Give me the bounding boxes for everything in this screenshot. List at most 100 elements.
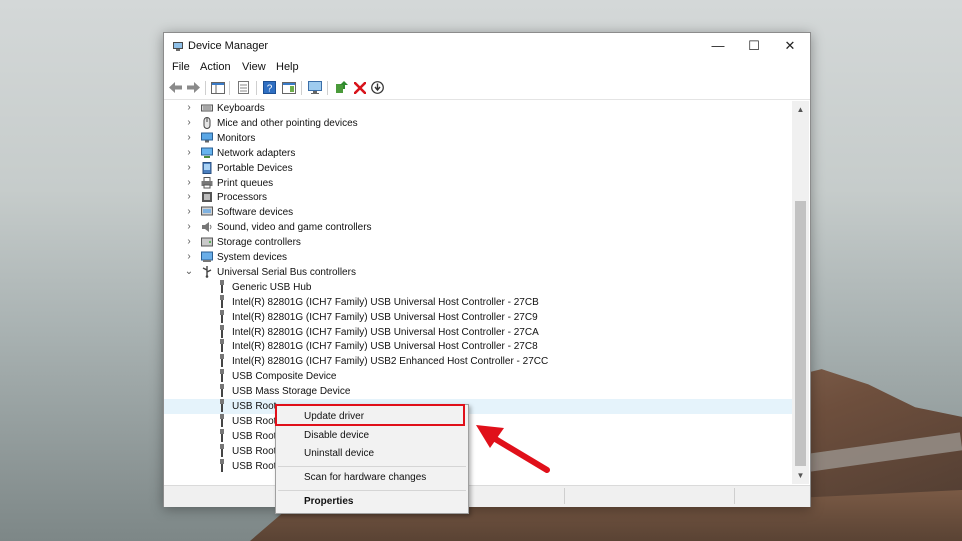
- toolbar-separator: [205, 81, 206, 95]
- monitor-icon[interactable]: [307, 80, 322, 95]
- software-device-icon: [201, 206, 213, 216]
- tree-category[interactable]: › Sound, video and game controllers: [164, 220, 792, 235]
- category-label: Sound, video and game controllers: [217, 222, 372, 234]
- maximize-button[interactable]: ☐: [736, 33, 772, 59]
- scroll-down-arrow-icon[interactable]: ▼: [792, 471, 809, 480]
- usb-icon: [202, 265, 212, 278]
- chevron-right-icon[interactable]: ›: [184, 221, 194, 232]
- menu-separator: [278, 490, 466, 491]
- uninstall-x-icon[interactable]: [352, 80, 367, 95]
- uninstall-device-menu-item[interactable]: Uninstall device: [276, 445, 468, 463]
- device-label: USB Root: [232, 415, 277, 427]
- usb-plug-icon: [220, 324, 224, 338]
- usb-plug-icon: [220, 443, 224, 457]
- tree-category[interactable]: › Portable Devices: [164, 161, 792, 176]
- device-label: USB Root: [232, 445, 277, 457]
- tree-category[interactable]: › Print queues: [164, 176, 792, 191]
- scrollbar-thumb[interactable]: [795, 201, 806, 466]
- status-bar: [164, 485, 810, 507]
- device-label: USB Mass Storage Device: [232, 386, 351, 398]
- usb-device-item[interactable]: Intel(R) 82801G (ICH7 Family) USB Univer…: [164, 309, 792, 325]
- device-label: Intel(R) 82801G (ICH7 Family) USB Univer…: [232, 311, 538, 323]
- usb-device-item[interactable]: Intel(R) 82801G (ICH7 Family) USB Univer…: [164, 324, 792, 340]
- tree-category[interactable]: › Processors: [164, 190, 792, 205]
- usb-device-item[interactable]: Generic USB Hub: [164, 279, 792, 295]
- disable-device-menu-item[interactable]: Disable device: [276, 427, 468, 445]
- device-label: Intel(R) 82801G (ICH7 Family) USB Univer…: [232, 296, 539, 308]
- forward-arrow-icon[interactable]: [186, 80, 201, 95]
- category-label: Network adapters: [217, 147, 296, 159]
- menu-bar: File Action View Help: [164, 59, 810, 77]
- usb-plug-icon: [220, 413, 224, 427]
- chevron-right-icon[interactable]: ›: [184, 132, 194, 143]
- menu-help[interactable]: Help: [276, 61, 299, 73]
- device-label: USB Root: [232, 430, 277, 442]
- scan-hardware-menu-item[interactable]: Scan for hardware changes: [276, 469, 468, 487]
- vertical-scrollbar[interactable]: ▲ ▼: [792, 101, 809, 484]
- usb-device-item[interactable]: USB Composite Device: [164, 369, 792, 384]
- chevron-right-icon[interactable]: ›: [184, 177, 194, 188]
- disable-device-label: Disable device: [304, 430, 370, 441]
- window-title: Device Manager: [188, 40, 269, 52]
- menu-action[interactable]: Action: [200, 61, 231, 73]
- tree-category[interactable]: › Network adapters: [164, 146, 792, 161]
- properties-icon[interactable]: [236, 80, 251, 95]
- chevron-right-icon[interactable]: ›: [184, 162, 194, 173]
- tree-category[interactable]: › Keyboards: [164, 101, 792, 116]
- device-label: Intel(R) 82801G (ICH7 Family) USB Univer…: [232, 341, 538, 353]
- chevron-right-icon[interactable]: ›: [184, 117, 194, 128]
- usb-device-item[interactable]: Intel(R) 82801G (ICH7 Family) USB2 Enhan…: [164, 354, 792, 369]
- category-label: Mice and other pointing devices: [217, 117, 358, 129]
- device-label: USB Root: [232, 460, 277, 472]
- show-action-pane-icon[interactable]: [281, 80, 296, 95]
- device-label: USB Composite Device: [232, 371, 337, 383]
- category-label: Monitors: [217, 132, 256, 144]
- category-label: Universal Serial Bus controllers: [217, 266, 356, 278]
- title-bar[interactable]: Device Manager — ☐ ✕: [164, 33, 810, 59]
- toolbar-separator: [229, 81, 230, 95]
- chevron-down-icon[interactable]: ⌄: [184, 266, 194, 277]
- chevron-right-icon[interactable]: ›: [184, 147, 194, 158]
- tree-category[interactable]: › Storage controllers: [164, 235, 792, 250]
- menu-file[interactable]: File: [172, 61, 190, 73]
- tree-category[interactable]: › Software devices: [164, 205, 792, 220]
- scroll-up-arrow-icon[interactable]: ▲: [792, 105, 809, 114]
- usb-device-item[interactable]: USB Root: [164, 399, 792, 414]
- chevron-right-icon[interactable]: ›: [184, 206, 194, 217]
- tree-category[interactable]: › Monitors: [164, 131, 792, 146]
- update-driver-icon[interactable]: [334, 80, 349, 95]
- close-button[interactable]: ✕: [772, 33, 808, 59]
- network-icon: [201, 147, 213, 158]
- tree-category[interactable]: › System devices: [164, 250, 792, 265]
- chevron-right-icon[interactable]: ›: [184, 251, 194, 262]
- usb-device-item[interactable]: USB Mass Storage Device: [164, 384, 792, 399]
- usb-device-item[interactable]: Intel(R) 82801G (ICH7 Family) USB Univer…: [164, 339, 792, 354]
- chevron-right-icon[interactable]: ›: [184, 236, 194, 247]
- show-hide-console-tree-icon[interactable]: [210, 80, 225, 95]
- minimize-button[interactable]: —: [700, 33, 736, 59]
- usb-plug-icon: [220, 354, 224, 368]
- back-arrow-icon[interactable]: [168, 80, 183, 95]
- category-label: Software devices: [217, 207, 294, 219]
- tree-category[interactable]: › Mice and other pointing devices: [164, 116, 792, 131]
- tree-category[interactable]: ⌄ Universal Serial Bus controllers: [164, 265, 792, 280]
- category-label: Keyboards: [217, 103, 265, 114]
- menu-view[interactable]: View: [242, 61, 266, 73]
- chevron-right-icon[interactable]: ›: [184, 191, 194, 202]
- scan-hardware-label: Scan for hardware changes: [304, 472, 427, 483]
- speaker-icon: [202, 222, 212, 233]
- download-icon[interactable]: [370, 80, 385, 95]
- device-label: USB Root: [232, 401, 277, 412]
- toolbar-separator: [327, 81, 328, 95]
- category-label: Portable Devices: [217, 162, 293, 174]
- usb-device-item[interactable]: Intel(R) 82801G (ICH7 Family) USB Univer…: [164, 294, 792, 310]
- menu-separator: [278, 466, 466, 467]
- usb-plug-icon: [220, 369, 224, 383]
- properties-menu-item[interactable]: Properties: [276, 493, 468, 511]
- portable-device-icon: [202, 161, 212, 174]
- uninstall-device-label: Uninstall device: [304, 448, 375, 459]
- chevron-right-icon[interactable]: ›: [184, 102, 194, 113]
- usb-plug-icon: [220, 279, 224, 293]
- help-icon[interactable]: ?: [262, 80, 277, 95]
- red-pointer-arrow-icon: [476, 425, 550, 473]
